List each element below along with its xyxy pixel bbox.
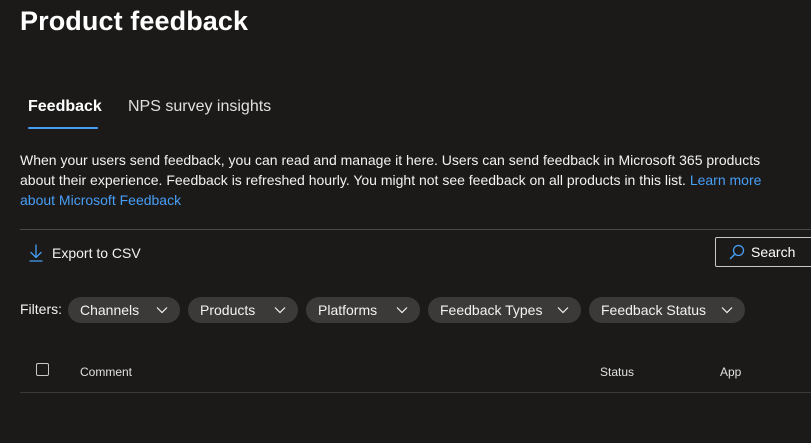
filter-platforms-label: Platforms xyxy=(318,302,378,318)
export-to-csv-label: Export to CSV xyxy=(52,245,141,261)
filter-feedback-types-label: Feedback Types xyxy=(440,302,543,318)
toolbar-divider xyxy=(20,229,811,230)
description-text: When your users send feedback, you can r… xyxy=(20,152,761,188)
column-header-status[interactable]: Status xyxy=(600,365,634,379)
tab-nps-survey-insights[interactable]: NPS survey insights xyxy=(128,96,278,129)
chevron-down-icon xyxy=(156,307,168,314)
chevron-down-icon xyxy=(557,307,569,314)
tab-feedback[interactable]: Feedback xyxy=(28,96,102,129)
filter-channels-label: Channels xyxy=(80,302,140,318)
filter-products-label: Products xyxy=(200,302,256,318)
filter-products[interactable]: Products xyxy=(188,297,298,323)
table-header: Comment Status App xyxy=(20,352,811,393)
column-header-app[interactable]: App xyxy=(720,365,741,379)
page-title: Product feedback xyxy=(20,6,249,36)
download-arrow-icon xyxy=(29,244,43,262)
chevron-down-icon xyxy=(396,307,408,314)
page-description: When your users send feedback, you can r… xyxy=(20,150,780,210)
search-box[interactable] xyxy=(715,237,811,267)
active-tab-indicator xyxy=(28,127,98,129)
filter-channels[interactable]: Channels xyxy=(68,297,180,323)
export-to-csv-button[interactable]: Export to CSV xyxy=(28,242,141,264)
filter-feedback-status[interactable]: Feedback Status xyxy=(589,297,745,323)
product-feedback-page: Product feedback Feedback NPS survey ins… xyxy=(0,0,811,443)
chevron-down-icon xyxy=(274,307,286,314)
tab-nps-survey-insights-label: NPS survey insights xyxy=(128,98,272,115)
tab-feedback-label: Feedback xyxy=(28,98,102,115)
chevron-down-icon xyxy=(721,307,733,314)
column-header-comment[interactable]: Comment xyxy=(80,365,132,379)
filter-feedback-status-label: Feedback Status xyxy=(601,302,707,318)
filter-platforms[interactable]: Platforms xyxy=(306,297,420,323)
search-input[interactable] xyxy=(751,244,811,260)
search-icon xyxy=(729,244,745,260)
filter-feedback-types[interactable]: Feedback Types xyxy=(428,297,581,323)
select-all-checkbox[interactable] xyxy=(36,363,49,376)
filters-label: Filters: xyxy=(20,301,62,317)
